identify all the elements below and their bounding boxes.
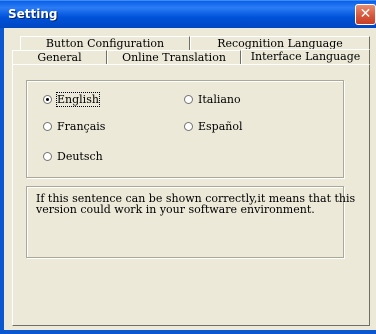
- radio-button[interactable]: [184, 95, 193, 104]
- window-bottom-border: [0, 330, 376, 334]
- tab-row-front: General Online Translation Interface Lan…: [0, 49, 376, 64]
- radio-label-deutsch: Deutsch: [57, 150, 103, 163]
- radio-italiano[interactable]: Italiano: [184, 93, 241, 106]
- radio-francais[interactable]: Français: [43, 120, 105, 133]
- window-title: Setting: [8, 7, 58, 21]
- radio-deutsch[interactable]: Deutsch: [43, 150, 103, 163]
- radio-label-italiano: Italiano: [198, 93, 241, 106]
- title-bar[interactable]: Setting ✕: [0, 0, 376, 28]
- radio-espanol[interactable]: Español: [184, 120, 243, 133]
- language-groupbox: English Italiano Français Español Deutsc…: [26, 80, 344, 178]
- sample-text-groupbox: If this sentence can be shown correctly,…: [26, 186, 355, 258]
- radio-label-francais: Français: [57, 120, 106, 133]
- close-icon: ✕: [359, 6, 372, 22]
- sample-message: If this sentence can be shown correctly,…: [36, 192, 356, 216]
- radio-button[interactable]: [43, 152, 52, 161]
- tab-recognition-language[interactable]: Recognition Language: [190, 36, 370, 50]
- radio-label-english: English: [56, 92, 100, 107]
- radio-button-selected[interactable]: [43, 95, 52, 104]
- close-button[interactable]: ✕: [355, 4, 376, 25]
- tab-online-translation[interactable]: Online Translation: [107, 50, 241, 64]
- radio-english[interactable]: English: [43, 92, 100, 107]
- tab-row-back: Button Configuration Recognition Languag…: [0, 36, 376, 50]
- radio-button[interactable]: [43, 122, 52, 131]
- window-left-border: [0, 28, 4, 334]
- radio-label-espanol: Español: [198, 120, 243, 133]
- tab-button-configuration[interactable]: Button Configuration: [20, 36, 190, 50]
- radio-button[interactable]: [184, 122, 193, 131]
- tab-general[interactable]: General: [12, 50, 107, 64]
- tab-interface-language[interactable]: Interface Language: [241, 49, 370, 64]
